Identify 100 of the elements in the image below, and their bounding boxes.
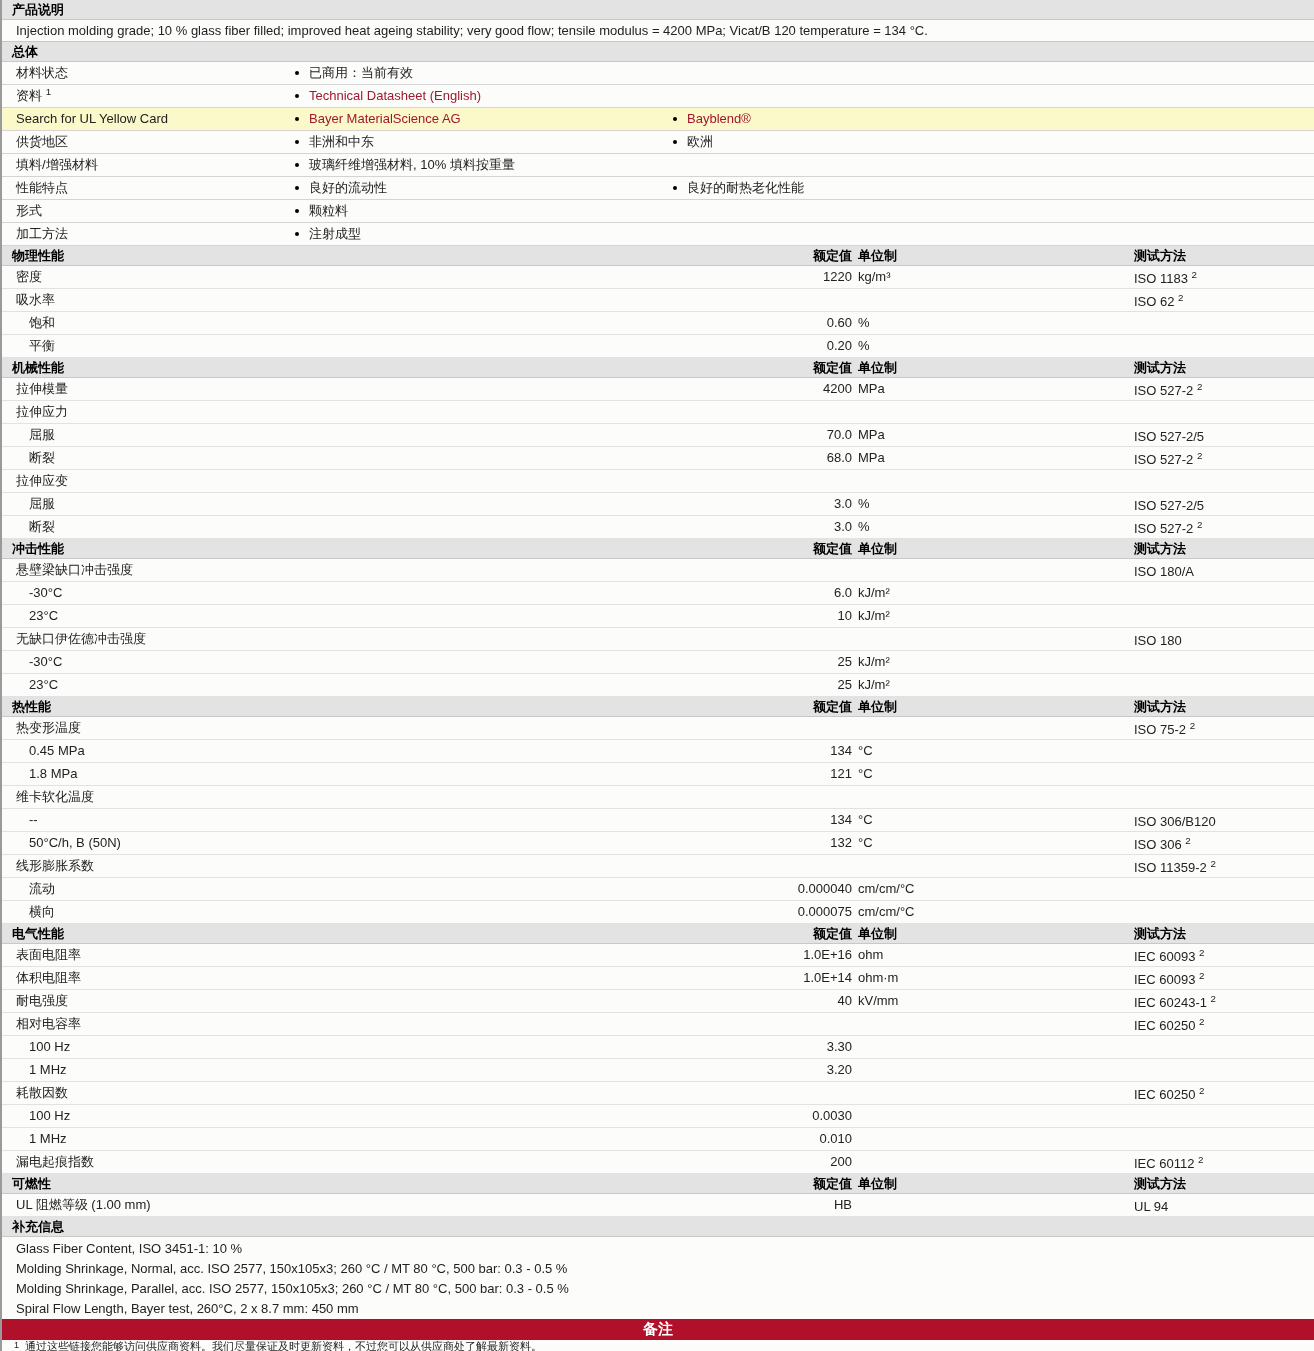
property-label: 线形膨胀系数 [15, 857, 95, 876]
property-label: 吸水率 [15, 291, 56, 310]
property-value: 1220 [823, 269, 852, 285]
section-title: 冲击性能 [11, 539, 65, 558]
property-value: 25 [837, 654, 852, 670]
column-heading: 测试方法 [1134, 924, 1186, 943]
column-heading: 测试方法 [1134, 246, 1186, 265]
property-unit: % [858, 315, 870, 331]
supplier-link[interactable]: Technical Datasheet (English) [309, 86, 481, 106]
footnote-text: 通过这些链接您能够访问供应商资料。我们尽量保证及时更新资料，不过您可以从供应商处了解最新资料。 [25, 1340, 542, 1351]
property-label: 屈服 [28, 426, 56, 445]
property-unit: kJ/m² [858, 654, 890, 670]
row-value: 非洲和中东 [309, 133, 374, 152]
property-label: 拉伸应变 [15, 472, 69, 491]
test-method: ISO 527-2 $^{2}$ [1134, 520, 1203, 536]
test-method: UL 94 [1134, 1198, 1169, 1214]
bullet-icon [295, 163, 299, 167]
property-label: 断裂 [28, 449, 56, 468]
test-method: IEC 60243-1 $^{2}$ [1134, 994, 1217, 1010]
property-label: 密度 [15, 268, 43, 287]
property-value: 6.0 [833, 585, 852, 601]
property-label: 横向 [28, 903, 56, 922]
property-unit: kg/m³ [858, 269, 891, 285]
bullet-icon [673, 117, 677, 121]
property-label: 流动 [28, 880, 56, 899]
row-value: 已商用：当前有效 [309, 64, 413, 83]
property-label: 屈服 [28, 495, 56, 514]
row-label: Search for UL Yellow Card [15, 110, 169, 129]
property-label: -- [28, 811, 39, 830]
column-heading: 单位制 [857, 358, 898, 377]
property-label: -30°C [28, 653, 64, 672]
section-title: 可燃性 [11, 1174, 52, 1193]
bullet-icon [673, 140, 677, 144]
supplier-link[interactable]: Bayer MaterialScience AG [309, 109, 461, 129]
column-heading: 测试方法 [1134, 539, 1186, 558]
row-label: 性能特点 [15, 179, 69, 198]
column-heading: 单位制 [857, 924, 898, 943]
property-value: 0.000040 [797, 881, 852, 897]
test-method: ISO 306 $^{2}$ [1134, 836, 1191, 852]
bullet-icon [295, 94, 299, 98]
test-method: IEC 60250 $^{2}$ [1134, 1017, 1205, 1033]
property-value: 134 [830, 812, 852, 828]
row-value: 良好的耐热老化性能 [687, 179, 804, 198]
supplementary-line: Molding Shrinkage, Normal, acc. ISO 2577, 150x105x3; 260 °C / MT 80 °C, 500 bar: 0.3 - 0.5 % [15, 1260, 568, 1279]
property-label: 耐电强度 [15, 992, 69, 1011]
row-value: 注射成型 [309, 225, 361, 244]
column-heading: 单位制 [857, 539, 898, 558]
property-unit: cm/cm/°C [858, 881, 915, 897]
property-unit: cm/cm/°C [858, 904, 915, 920]
column-heading: 测试方法 [1134, 1174, 1186, 1193]
column-heading: 额定值 [812, 924, 852, 943]
row-value: 欧洲 [687, 133, 713, 152]
test-method: ISO 1183 $^{2}$ [1134, 270, 1197, 286]
property-label: 拉伸模量 [15, 380, 69, 399]
row-label: 供货地区 [15, 133, 69, 152]
section-title: 总体 [10, 42, 38, 61]
bullet-icon [295, 209, 299, 213]
property-unit: ohm [858, 947, 884, 963]
footnote-mark: 1 [14, 1340, 19, 1350]
test-method: ISO 62 $^{2}$ [1134, 293, 1184, 309]
test-method: ISO 180/A [1134, 563, 1194, 579]
section-title: 补充信息 [11, 1217, 64, 1236]
property-unit: kV/mm [858, 993, 899, 1009]
column-heading: 测试方法 [1134, 697, 1186, 716]
supplier-link[interactable]: Bayblend® [687, 109, 751, 129]
column-heading: 额定值 [812, 697, 852, 716]
property-value: 68.0 [826, 450, 852, 466]
property-value: 0.000075 [797, 904, 852, 920]
property-label: 表面电阻率 [15, 946, 82, 965]
property-label: 相对电容率 [15, 1015, 82, 1034]
supplementary-line: Glass Fiber Content, ISO 3451-1: 10 % [15, 1240, 243, 1259]
column-heading: 额定值 [812, 1174, 852, 1193]
test-method: ISO 180 [1134, 632, 1182, 648]
property-value: 3.20 [826, 1062, 852, 1078]
property-label: 无缺口伊佐德冲击强度 [15, 630, 147, 649]
bullet-icon [295, 140, 299, 144]
row-label: 材料状态 [15, 64, 69, 83]
section-title: 产品说明 [11, 0, 64, 19]
property-unit: °C [858, 835, 873, 851]
property-label: 热变形温度 [15, 719, 82, 738]
property-unit: % [858, 338, 870, 354]
property-label: 平衡 [28, 337, 56, 356]
property-unit: MPa [858, 381, 885, 397]
row-value: 颗粒料 [309, 202, 348, 221]
row-value: 良好的流动性 [309, 179, 387, 198]
property-unit: kJ/m² [858, 608, 890, 624]
property-unit: % [858, 496, 870, 512]
property-value: 134 [830, 743, 852, 759]
property-value: 40 [837, 993, 852, 1009]
property-unit: kJ/m² [858, 677, 890, 693]
row-label: 资料 $^{1}$ [15, 86, 53, 106]
test-method: IEC 60093 $^{2}$ [1134, 971, 1205, 987]
property-unit: MPa [858, 427, 885, 443]
property-unit: °C [858, 812, 873, 828]
test-method: IEC 60093 $^{2}$ [1134, 948, 1205, 964]
property-unit: °C [858, 743, 873, 759]
bullet-icon [295, 117, 299, 121]
bullet-icon [673, 186, 677, 190]
property-value: 200 [830, 1154, 852, 1170]
property-label: 1 MHz [28, 1061, 68, 1080]
